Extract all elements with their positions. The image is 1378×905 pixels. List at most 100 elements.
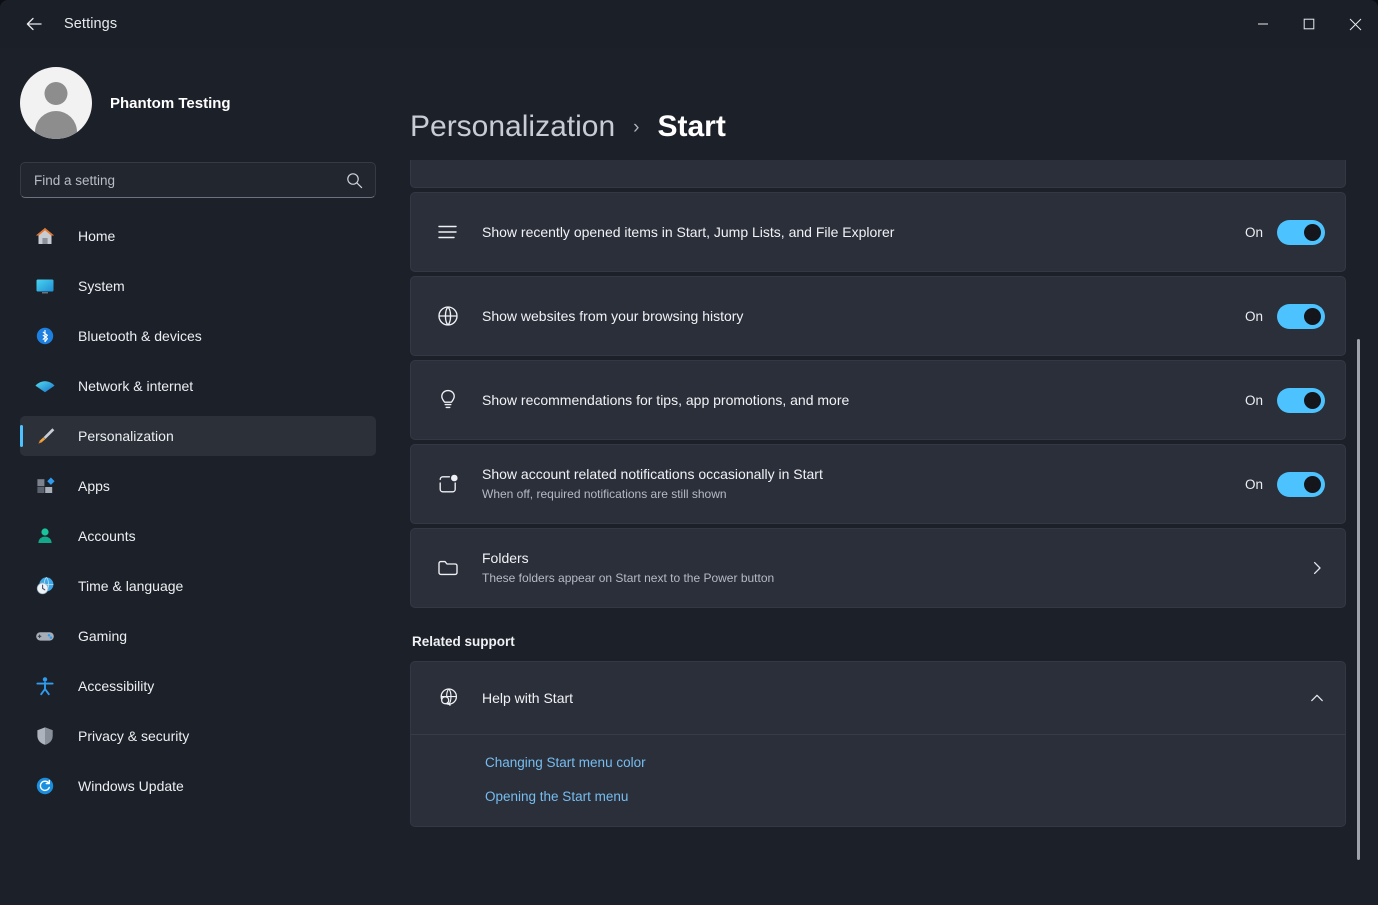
sidebar-item-gaming[interactable]: Gaming	[20, 616, 376, 656]
help-links-list: Changing Start menu color Opening the St…	[411, 734, 1345, 826]
toggle-switch[interactable]	[1277, 303, 1325, 329]
settings-card-list: Show recently opened items in Start, Jum…	[410, 160, 1346, 827]
search-box[interactable]	[20, 162, 376, 198]
sidebar-item-label: Accessibility	[78, 678, 155, 694]
back-button[interactable]	[14, 8, 54, 40]
profile-name: Phantom Testing	[110, 94, 231, 112]
toggle-switch[interactable]	[1277, 219, 1325, 245]
window-controls	[1240, 0, 1378, 48]
title-bar: Settings	[0, 0, 1378, 48]
chevron-up-icon[interactable]	[1309, 690, 1325, 706]
avatar	[20, 67, 92, 139]
gamepad-icon	[32, 623, 58, 649]
refresh-circle-icon	[32, 773, 58, 799]
sidebar-item-label: Privacy & security	[78, 728, 190, 744]
folder-icon	[431, 555, 465, 581]
setting-subtitle: These folders appear on Start next to th…	[482, 571, 775, 585]
maximize-icon	[1303, 18, 1315, 30]
sidebar-item-label: Time & language	[78, 578, 184, 594]
close-button[interactable]	[1332, 0, 1378, 48]
setting-subtitle: When off, required notifications are sti…	[482, 487, 727, 501]
sidebar-item-label: Bluetooth & devices	[78, 328, 202, 344]
bluetooth-icon	[32, 323, 58, 349]
sidebar-item-bluetooth-devices[interactable]: Bluetooth & devices	[20, 316, 376, 356]
sidebar-item-time-language[interactable]: Time & language	[20, 566, 376, 606]
app-title: Settings	[64, 16, 118, 32]
sidebar-item-label: Home	[78, 228, 116, 244]
sidebar-item-apps[interactable]: Apps	[20, 466, 376, 506]
sidebar-item-home[interactable]: Home	[20, 216, 376, 256]
globe-icon	[431, 303, 465, 329]
setting-title: Folders	[482, 550, 529, 566]
breadcrumb-separator-icon: ›	[633, 117, 640, 138]
sidebar-item-personalization[interactable]: Personalization	[20, 416, 376, 456]
sidebar-item-label: Personalization	[78, 428, 174, 444]
content-scrollbar[interactable]	[1357, 160, 1360, 905]
setting-control: On	[1244, 219, 1325, 245]
toggle-switch[interactable]	[1277, 471, 1325, 497]
maximize-button[interactable]	[1286, 0, 1332, 48]
sidebar-item-network-internet[interactable]: Network & internet	[20, 366, 376, 406]
toggle-knob	[1304, 475, 1321, 493]
scrollbar-thumb[interactable]	[1357, 338, 1360, 861]
breadcrumb-parent-link[interactable]: Personalization	[410, 110, 615, 144]
setting-text: Folders These folders appear on Start ne…	[482, 549, 1309, 587]
help-link[interactable]: Changing Start menu color	[485, 755, 646, 770]
toggle-knob	[1304, 391, 1321, 409]
setting-row-browsing-history[interactable]: Show websites from your browsing history…	[410, 276, 1346, 356]
setting-title: Show websites from your browsing history	[482, 307, 744, 324]
search-icon	[347, 173, 363, 189]
setting-title: Show account related notifications occas…	[482, 466, 823, 482]
settings-scroll-area: Show recently opened items in Start, Jum…	[398, 160, 1378, 905]
content-pane: Personalization › Start Show recently op…	[398, 48, 1378, 905]
toggle-state-label: On	[1244, 224, 1263, 240]
sidebar-item-label: Apps	[78, 478, 110, 494]
help-link[interactable]: Opening the Start menu	[485, 789, 628, 804]
paintbrush-icon	[32, 423, 58, 449]
setting-row-recommendations[interactable]: Show recommendations for tips, app promo…	[410, 360, 1346, 440]
page-title: Start	[657, 110, 726, 143]
apps-icon	[32, 473, 58, 499]
setting-title: Show recommendations for tips, app promo…	[482, 391, 850, 408]
setting-row-account-notifications[interactable]: Show account related notifications occas…	[410, 444, 1346, 524]
home-icon	[32, 223, 58, 249]
sidebar-item-accounts[interactable]: Accounts	[20, 516, 376, 556]
user-profile[interactable]: Phantom Testing	[20, 66, 376, 140]
sidebar-item-privacy-security[interactable]: Privacy & security	[20, 716, 376, 756]
toggle-state-label: On	[1244, 476, 1263, 492]
setting-row-recent-items[interactable]: Show recently opened items in Start, Jum…	[410, 192, 1346, 272]
related-support-heading: Related support	[412, 634, 515, 649]
setting-text: Show websites from your browsing history	[482, 307, 1245, 326]
setting-control: On	[1245, 387, 1325, 413]
help-with-start-card: Help with Start Changing Start menu colo…	[410, 661, 1346, 827]
person-icon	[32, 523, 58, 549]
chevron-right-icon[interactable]	[1309, 560, 1325, 576]
toggle-knob	[1304, 307, 1321, 325]
sidebar: Phantom Testing Find a setting Home Syst…	[0, 48, 398, 905]
close-icon	[1349, 18, 1361, 30]
partial-card-above	[410, 160, 1346, 188]
setting-control: On	[1244, 303, 1325, 329]
globe-search-icon	[431, 685, 465, 711]
sidebar-item-accessibility[interactable]: Accessibility	[20, 666, 376, 706]
sidebar-nav: Home System Bluetooth & devices Network …	[20, 216, 376, 806]
back-arrow-icon	[26, 17, 42, 31]
sidebar-item-system[interactable]: System	[20, 266, 376, 306]
toggle-switch[interactable]	[1277, 387, 1325, 413]
sidebar-item-windows-update[interactable]: Windows Update	[20, 766, 376, 806]
search-input[interactable]	[21, 172, 375, 188]
sidebar-item-label: System	[78, 278, 125, 294]
toggle-state-label: On	[1244, 308, 1263, 324]
sidebar-item-label: Network & internet	[78, 378, 194, 394]
accessibility-person-icon	[32, 673, 58, 699]
minimize-icon	[1258, 23, 1268, 25]
setting-row-folders[interactable]: Folders These folders appear on Start ne…	[410, 528, 1346, 608]
lightbulb-icon	[431, 387, 465, 413]
shield-icon	[32, 723, 58, 749]
minimize-button[interactable]	[1240, 0, 1286, 48]
list-lines-icon	[431, 219, 465, 245]
help-with-start-title: Help with Start	[482, 690, 574, 706]
wifi-icon	[32, 373, 58, 399]
help-with-start-header[interactable]: Help with Start	[411, 662, 1345, 734]
toggle-knob	[1304, 223, 1321, 241]
